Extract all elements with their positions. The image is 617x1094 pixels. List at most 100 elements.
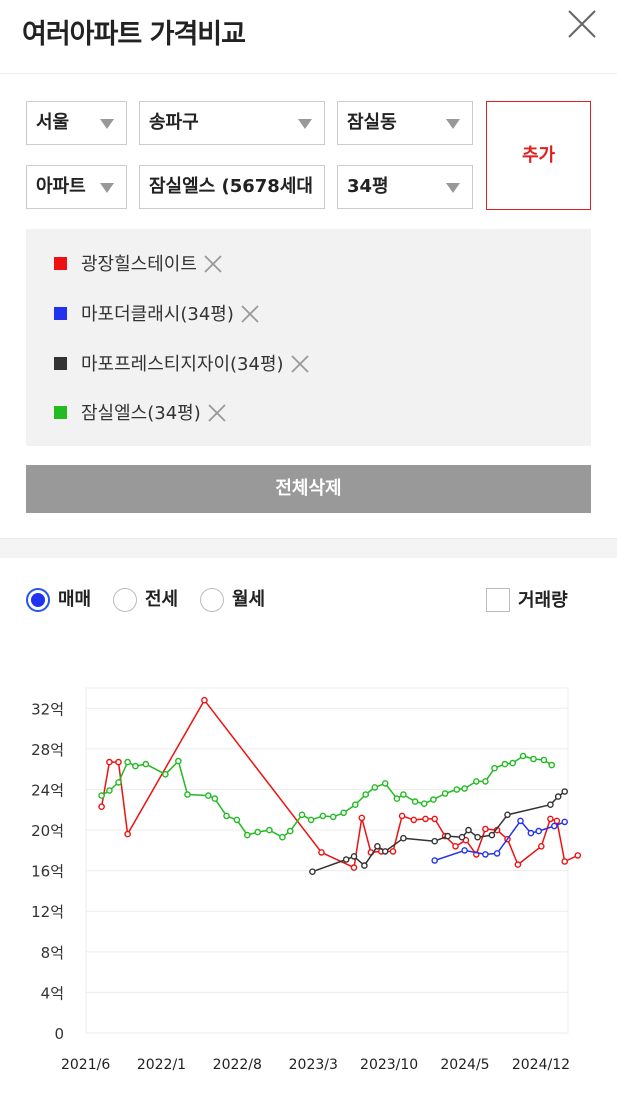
data-point [350, 853, 358, 860]
size-select[interactable]: 34평 [337, 165, 473, 209]
data-point [342, 856, 350, 863]
size-select-value: 34평 [347, 176, 389, 197]
chevron-down-icon [298, 119, 312, 129]
data-point [115, 779, 122, 786]
remove-icon[interactable] [203, 254, 223, 274]
data-point [551, 822, 558, 830]
chart-series [98, 696, 582, 875]
data-point [124, 830, 131, 838]
data-point [547, 815, 554, 823]
volume-checkbox[interactable] [486, 588, 510, 612]
data-point [132, 762, 139, 770]
x-tick-label: 2022/8 [213, 1057, 262, 1073]
data-point [474, 833, 481, 841]
price-chart: 0 4억 8억 12억 16억 20억 24억 28억 32억 2021/6 2022/1 2022… [31, 687, 582, 1073]
data-point [540, 756, 548, 764]
region-select[interactable]: 서울 [26, 101, 127, 145]
chevron-down-icon [100, 119, 114, 129]
data-point [266, 826, 273, 834]
data-point [201, 696, 208, 704]
data-point [400, 791, 407, 798]
data-point [351, 801, 359, 808]
list-item: 광장힐스테이트 [54, 250, 223, 280]
series-swatch [54, 257, 67, 270]
remove-icon[interactable] [207, 403, 227, 423]
list-item: 잠실엘스(34평) [54, 399, 227, 429]
data-point [340, 809, 347, 817]
data-point [504, 811, 511, 819]
data-point [142, 760, 150, 768]
data-point [115, 758, 122, 766]
data-point [254, 828, 262, 836]
x-tick-label: 2024/5 [440, 1057, 489, 1073]
radio-monthly-rent-indicator[interactable] [200, 588, 224, 612]
data-point [514, 861, 522, 868]
data-point [501, 760, 509, 768]
x-tick-label: 2023/10 [360, 1057, 418, 1073]
data-point [430, 796, 437, 803]
radio-sale-indicator[interactable] [26, 588, 50, 612]
y-tick-label: 12억 [31, 903, 64, 921]
data-point [482, 825, 489, 833]
radio-jeonse-label: 전세 [145, 589, 179, 610]
data-point [561, 788, 569, 795]
data-point [461, 785, 468, 792]
remove-icon[interactable] [290, 354, 310, 374]
data-point [211, 795, 219, 802]
data-point [162, 771, 169, 778]
page-title: 여러아파트 가격비교 [22, 19, 246, 50]
data-point [381, 848, 389, 855]
chevron-down-icon [446, 183, 460, 193]
x-tick-label: 2024/12 [512, 1057, 570, 1073]
radio-sale-label: 매매 [58, 589, 92, 610]
x-tick-label: 2021/6 [61, 1057, 110, 1073]
complex-select[interactable]: 잠실엘스 (5678세대 [139, 165, 325, 209]
y-tick-label: 0 [54, 1025, 64, 1043]
data-point [509, 759, 517, 767]
data-point [329, 813, 337, 821]
data-point [441, 790, 449, 797]
remove-icon[interactable] [240, 304, 260, 324]
list-item-label: 마포더클래시(34평) [81, 304, 234, 325]
data-point [279, 833, 286, 841]
data-point [547, 801, 554, 808]
type-select[interactable]: 아파트 [26, 165, 127, 209]
data-point [554, 793, 562, 800]
filter-panel: 서울 송파구 잠실동 아파트 잠실엘스 (5678세대 34평 추가 광장힐스테… [0, 74, 617, 538]
dong-select[interactable]: 잠실동 [337, 101, 473, 145]
data-point [561, 818, 569, 826]
data-point [371, 784, 379, 791]
data-point [488, 831, 496, 839]
data-point [482, 778, 489, 785]
x-tick-label: 2022/1 [137, 1057, 186, 1073]
y-tick-label: 8억 [41, 944, 64, 962]
radio-jeonse-indicator[interactable] [113, 588, 137, 612]
data-point [184, 791, 191, 798]
series-line [100, 699, 579, 869]
y-tick-label: 4억 [41, 984, 64, 1002]
dong-select-value: 잠실동 [347, 112, 397, 133]
data-point [223, 812, 230, 820]
data-point [204, 792, 212, 799]
data-point [393, 795, 401, 802]
list-item-label: 광장힐스테이트 [81, 254, 197, 275]
data-point [553, 817, 561, 825]
y-axis-labels: 0 4억 8억 12억 16억 20억 24억 28억 32억 [31, 700, 64, 1043]
data-point [530, 755, 537, 763]
add-button[interactable]: 추가 [486, 101, 591, 210]
data-point [358, 814, 366, 822]
data-point [124, 758, 131, 766]
district-select-value: 송파구 [149, 112, 199, 133]
chart-grid [85, 687, 569, 1034]
data-point [350, 864, 358, 871]
delete-all-button[interactable]: 전체삭제 [26, 465, 591, 513]
close-icon[interactable] [566, 8, 598, 40]
data-point [472, 778, 480, 785]
y-tick-label: 32억 [31, 700, 64, 718]
data-point [106, 758, 113, 766]
series-swatch [54, 406, 67, 419]
x-tick-label: 2023/3 [289, 1057, 338, 1073]
district-select[interactable]: 송파구 [139, 101, 325, 145]
data-point [410, 816, 418, 824]
chevron-down-icon [100, 183, 114, 193]
